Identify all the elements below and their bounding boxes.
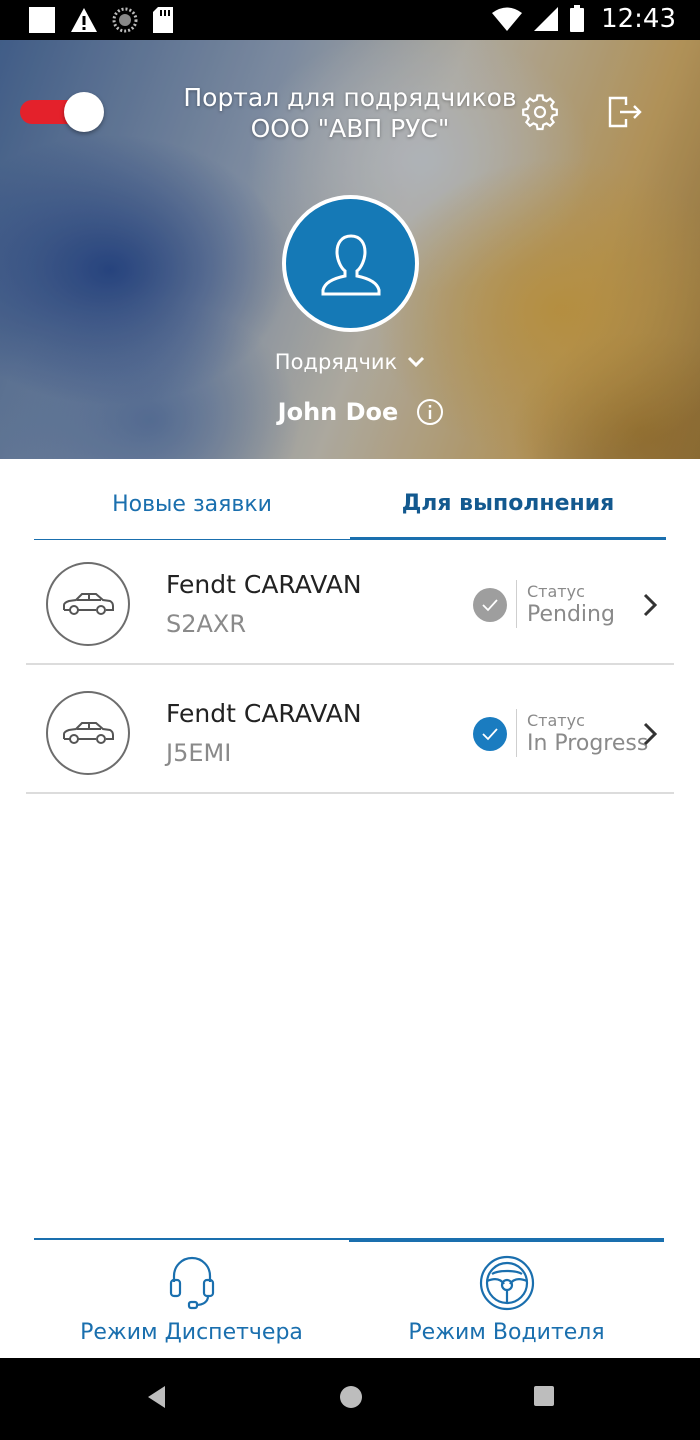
tab-to-execute[interactable]: Для выполнения — [350, 470, 666, 540]
car-avatar — [46, 691, 130, 775]
tab-new-requests[interactable]: Новые заявки — [34, 470, 350, 540]
avatar[interactable] — [282, 195, 419, 332]
system-nav-bar — [0, 1358, 700, 1440]
status-label: Статус — [527, 582, 585, 601]
toggle-knob — [64, 92, 104, 132]
status-check-icon — [473, 717, 507, 751]
status-value: Pending — [527, 602, 615, 627]
status-value: In Progress — [527, 731, 649, 756]
vehicle-code: J5EMI — [166, 739, 232, 767]
status-divider — [516, 580, 517, 628]
user-name-row: John Doe — [0, 398, 700, 426]
battery-icon — [570, 5, 585, 32]
portal-title: Портал для подрядчиков ООО "АВП РУС" — [160, 82, 540, 144]
back-icon[interactable] — [145, 1384, 169, 1410]
logout-icon[interactable] — [604, 92, 644, 132]
clock: 12:43 — [601, 4, 676, 34]
list-item[interactable]: Fendt CARAVAN S2AXR Статус Pending — [26, 536, 674, 665]
tab-bar: Новые заявки Для выполнения — [34, 470, 666, 540]
role-selector[interactable]: Подрядчик — [0, 350, 700, 374]
home-icon[interactable] — [338, 1384, 364, 1410]
recents-icon[interactable] — [532, 1384, 556, 1408]
headset-icon — [169, 1256, 214, 1310]
notification-square-icon — [29, 7, 55, 33]
user-icon — [321, 233, 380, 295]
wifi-icon — [492, 7, 523, 31]
car-avatar — [46, 562, 130, 646]
loading-icon — [112, 7, 138, 33]
profile-header: Портал для подрядчиков ООО "АВП РУС" Под… — [0, 40, 700, 459]
vehicle-title: Fendt CARAVAN — [166, 699, 362, 728]
orders-list: Fendt CARAVAN S2AXR Статус Pending Fendt… — [26, 536, 674, 794]
info-icon[interactable] — [416, 398, 444, 426]
list-item[interactable]: Fendt CARAVAN J5EMI Статус In Progress — [26, 665, 674, 794]
vehicle-title: Fendt CARAVAN — [166, 570, 362, 599]
user-name: John Doe — [277, 398, 399, 426]
mode-switcher: Режим Диспетчера Режим Водителя — [34, 1238, 664, 1356]
driver-mode-button[interactable]: Режим Водителя — [349, 1238, 664, 1356]
status-label: Статус — [527, 711, 585, 730]
portal-title-line1: Портал для подрядчиков — [183, 83, 517, 112]
status-bar: 12:43 — [0, 0, 700, 40]
role-label: Подрядчик — [274, 350, 398, 374]
signal-icon — [534, 7, 559, 31]
chevron-right-icon — [643, 593, 658, 617]
chevron-right-icon — [643, 722, 658, 746]
mode-toggle[interactable] — [20, 92, 104, 132]
steering-wheel-icon — [479, 1255, 534, 1311]
dispatcher-mode-label: Режим Диспетчера — [80, 1320, 303, 1345]
status-divider — [516, 709, 517, 757]
car-icon — [63, 593, 114, 615]
driver-mode-label: Режим Водителя — [408, 1320, 605, 1345]
car-icon — [63, 722, 114, 744]
gear-icon[interactable] — [520, 92, 560, 132]
status-check-icon — [473, 588, 507, 622]
vehicle-code: S2AXR — [166, 610, 247, 638]
dispatcher-mode-button[interactable]: Режим Диспетчера — [34, 1238, 349, 1356]
chevron-down-icon — [408, 356, 425, 368]
portal-title-line2: ООО "АВП РУС" — [250, 114, 450, 143]
warning-icon — [71, 8, 97, 32]
sd-card-icon — [153, 7, 173, 33]
